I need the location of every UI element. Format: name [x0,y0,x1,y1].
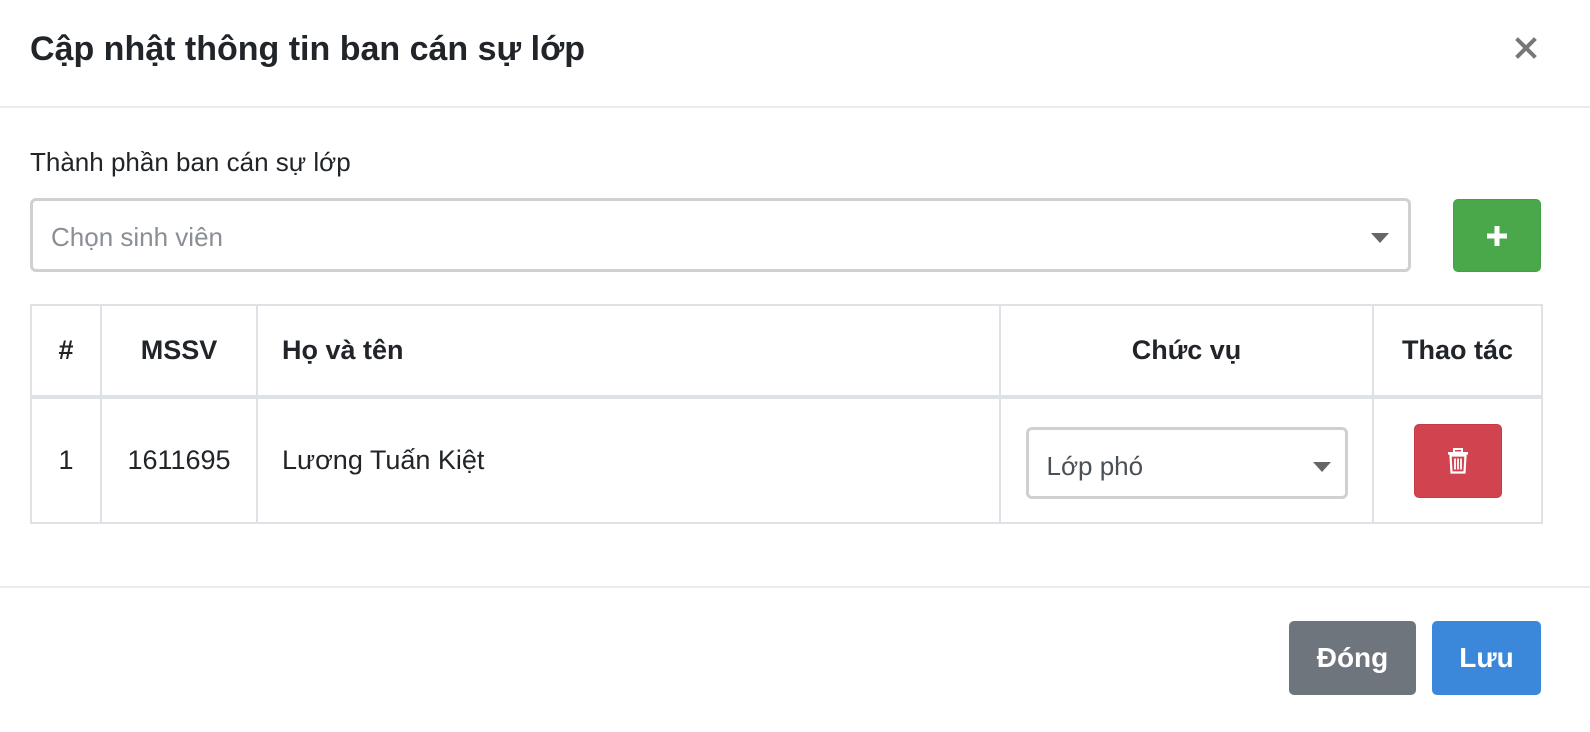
chevron-down-icon [1371,233,1389,243]
header-actions: Thao tác [1372,304,1543,398]
table-header-row: # MSSV Họ và tên Chức vụ Thao tác [30,304,1543,398]
cell-actions [1372,396,1543,524]
header-mssv: MSSV [100,304,258,398]
student-select[interactable]: Chọn sinh viên [30,198,1411,272]
modal-footer: Đóng Lưu [0,586,1590,732]
delete-button[interactable] [1413,423,1502,498]
header-index: # [30,304,102,398]
add-student-button[interactable] [1453,199,1541,272]
cell-name: Lương Tuấn Kiệt [256,396,1001,524]
role-select[interactable]: Lớp phó [1025,426,1348,499]
student-select-placeholder: Chọn sinh viên [51,222,223,252]
modal-header: Cập nhật thông tin ban cán sự lớp [0,0,1590,108]
members-table: # MSSV Họ và tên Chức vụ Thao tác 1 1611… [30,304,1543,524]
field-label-members: Thành phần ban cán sự lớp [30,147,351,177]
table-row: 1 1611695 Lương Tuấn Kiệt Lớp phó [30,396,1543,524]
close-icon [1515,37,1537,59]
role-select-value: Lớp phó [1046,450,1144,481]
chevron-down-icon [1312,461,1331,472]
modal-title: Cập nhật thông tin ban cán sự lớp [30,30,586,68]
header-name: Họ và tên [256,304,1001,398]
close-button[interactable] [1508,28,1544,68]
trash-icon [1447,447,1468,474]
plus-icon [1487,225,1507,246]
cell-mssv: 1611695 [100,396,258,524]
cell-index: 1 [30,396,102,524]
header-role: Chức vụ [999,304,1374,398]
cell-role: Lớp phó [999,396,1374,524]
save-button[interactable]: Lưu [1432,621,1541,695]
close-modal-button[interactable]: Đóng [1289,621,1416,695]
